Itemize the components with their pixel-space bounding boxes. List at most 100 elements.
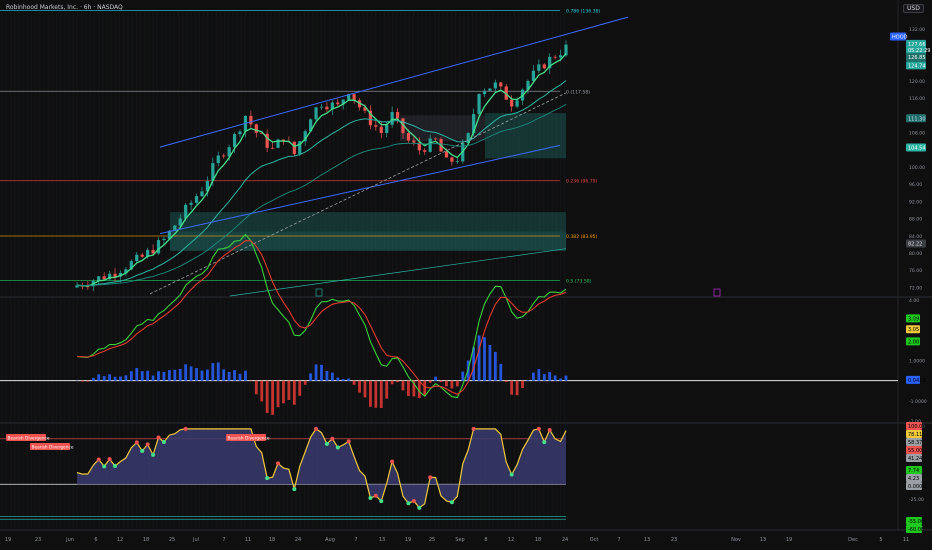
macd-histogram-bar <box>146 370 150 381</box>
oscillator-trough-dot <box>509 472 514 477</box>
macd-axis-tick: -1.0000 <box>909 399 927 405</box>
macd-histogram-bar <box>287 380 291 400</box>
macd-histogram-bar <box>320 364 323 381</box>
oscillator-label: 100.00 <box>908 424 926 430</box>
macd-axis-tick: 4.00 <box>909 298 919 304</box>
macd-histogram-bar <box>260 380 264 402</box>
oscillator-peak-dot <box>536 426 541 431</box>
macd-histogram-bar <box>553 375 557 381</box>
demand-zone <box>170 231 566 251</box>
macd-histogram-bar <box>81 380 84 382</box>
macd-histogram-bar <box>428 380 432 383</box>
oscillator-peak-dot <box>314 426 319 431</box>
price-label: 82.22 <box>908 242 922 248</box>
price-label: 104.54 <box>908 146 926 152</box>
candle-body <box>564 44 568 56</box>
candle-body <box>336 102 340 105</box>
time-axis-tick: 7 <box>222 537 225 543</box>
time-axis-tick: 11 <box>903 537 909 543</box>
macd-histogram-bar <box>265 380 269 413</box>
candle-body <box>444 151 449 158</box>
fib-level-label: 0 (117.58) <box>566 89 590 95</box>
candle-body <box>412 140 416 143</box>
macd-histogram-bar <box>303 380 307 385</box>
macd-histogram-bar <box>542 374 546 381</box>
candle-body <box>493 82 497 89</box>
candle-body <box>482 90 487 95</box>
candle-body <box>216 155 220 164</box>
price-label: 05:22:29 <box>908 48 930 54</box>
candle-body <box>537 64 541 71</box>
macd-histogram-bar <box>358 380 361 393</box>
candle-body <box>162 238 166 241</box>
price-label: 126.85 <box>908 55 926 61</box>
time-axis-tick: Jun <box>65 537 74 543</box>
oscillator-trough-dot <box>368 496 373 501</box>
oscillator-label: -55.00 <box>908 519 924 525</box>
macd-histogram-bar <box>211 363 215 381</box>
macd-histogram-bar <box>504 380 508 382</box>
candle-body <box>379 126 383 133</box>
supply-zone <box>485 113 566 159</box>
chart-title: Robinhood Markets, Inc. · 6h · NASDAQ <box>6 4 123 11</box>
candle-body <box>499 82 503 87</box>
price-axis-tick: 88.00 <box>909 217 922 223</box>
macd-histogram-bar <box>461 371 465 381</box>
macd-histogram-bar <box>347 378 351 381</box>
candle-body <box>542 64 546 69</box>
event-marker <box>713 288 721 297</box>
oscillator-trough-dot <box>417 505 422 510</box>
price-axis-tick: 72.00 <box>909 285 922 291</box>
oscillator-peak-dot <box>145 442 150 447</box>
oscillator-trough-dot <box>161 440 166 445</box>
oscillator-peak-dot <box>471 426 476 431</box>
oscillator-peak-dot <box>330 436 335 441</box>
candle-body <box>254 124 258 133</box>
trading-chart[interactable]: 0.786 (136.38) 0 (117.58) 0.236 (96.79) 0.3… <box>0 0 932 550</box>
time-axis-tick: 7 <box>354 537 357 543</box>
time-axis-tick: Nov <box>731 537 741 543</box>
fib-level-label: 0.786 (136.38) <box>566 8 600 14</box>
oscillator-peak-dot <box>276 461 281 466</box>
currency-button[interactable]: USD <box>903 4 924 13</box>
macd-histogram-bar <box>434 376 437 381</box>
macd-histogram-bar <box>401 380 405 391</box>
macd-histogram-bar <box>548 372 552 381</box>
candle-body <box>238 131 242 135</box>
macd-histogram-bar <box>244 370 247 381</box>
macd-histogram-bar <box>173 369 177 381</box>
time-axis-tick: 19 <box>786 537 792 543</box>
macd-histogram-bar <box>108 374 111 381</box>
oscillator-trough-dot <box>102 464 107 469</box>
candle-body <box>319 106 324 108</box>
macd-histogram-bar <box>151 375 155 381</box>
macd-histogram-bar <box>227 371 231 381</box>
macd-histogram-bar <box>537 369 541 381</box>
candle-body <box>395 112 400 119</box>
candle-body <box>428 138 432 152</box>
macd-histogram-bar <box>532 372 535 381</box>
price-axis-tick: 96.00 <box>909 182 922 188</box>
macd-histogram-bar <box>102 376 106 381</box>
price-label: 111.30 <box>908 116 926 122</box>
macd-histogram-bar <box>330 372 334 381</box>
oscillator-trough-dot <box>449 500 454 505</box>
macd-histogram-bar <box>189 366 193 381</box>
oscillator-trough-dot <box>335 445 340 450</box>
oscillator-peak-dot <box>547 427 552 432</box>
oscillator-peak-dot <box>107 457 112 462</box>
macd-histogram-bar <box>385 380 389 399</box>
oscillator-peak-dot <box>428 475 433 480</box>
candle-body <box>477 94 481 115</box>
price-axis-tick: 80.00 <box>909 251 922 257</box>
macd-histogram-bar <box>162 371 166 381</box>
macd-histogram-bar <box>363 380 367 398</box>
time-axis-tick: 12 <box>508 537 514 543</box>
candle-body <box>553 56 557 58</box>
price-axis-tick: 116.00 <box>909 96 925 102</box>
time-axis-tick: 7 <box>617 537 620 543</box>
macd-histogram-bar <box>113 376 117 381</box>
macd-label: 2.00 <box>908 339 919 345</box>
candle-body <box>135 254 139 262</box>
candle-body <box>515 100 519 107</box>
